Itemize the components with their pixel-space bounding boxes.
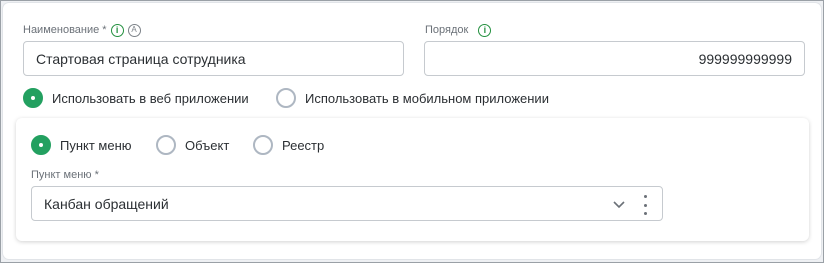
radio-registry[interactable]: Реестр: [253, 134, 324, 156]
menu-item-select-value: Канбан обращений: [44, 195, 169, 212]
info-icon[interactable]: i: [478, 23, 492, 37]
radio-object-button[interactable]: [156, 135, 176, 155]
name-label: Наименование *: [23, 24, 107, 36]
name-input[interactable]: Стартовая страница сотрудника: [23, 41, 404, 76]
radio-registry-button[interactable]: [253, 135, 273, 155]
radio-menu-item-label: Пункт меню: [60, 137, 132, 153]
order-label-row: Порядок i: [425, 22, 492, 38]
menu-item-select[interactable]: Канбан обращений: [31, 186, 663, 221]
radio-mobile-button[interactable]: [276, 88, 296, 108]
radio-mobile-label: Использовать в мобильном приложении: [305, 90, 549, 106]
radio-object-label: Объект: [185, 137, 230, 153]
radio-web-button[interactable]: [23, 88, 43, 108]
window-frame: Наименование * i A Стартовая страница со…: [0, 0, 824, 263]
chevron-down-icon[interactable]: [612, 197, 626, 211]
radio-menu-item[interactable]: Пункт меню: [31, 134, 132, 156]
menu-item-label-row: Пункт меню *: [31, 167, 99, 183]
name-label-row: Наименование * i A: [23, 22, 141, 38]
radio-object[interactable]: Объект: [156, 134, 229, 156]
order-input[interactable]: 999999999999: [424, 41, 805, 76]
info-icon[interactable]: i: [110, 23, 124, 37]
order-label: Порядок: [425, 24, 469, 36]
name-input-value: Стартовая страница сотрудника: [36, 50, 246, 67]
more-vertical-icon[interactable]: [642, 195, 648, 215]
target-card: Пункт меню Объект Реестр Пункт меню * Ка…: [16, 118, 809, 241]
radio-web-label: Использовать в веб приложении: [52, 90, 249, 106]
menu-item-label: Пункт меню *: [31, 169, 99, 181]
order-input-value: 999999999999: [698, 50, 792, 67]
form-panel: Наименование * i A Стартовая страница со…: [3, 3, 821, 259]
translate-icon[interactable]: A: [127, 23, 141, 37]
radio-mobile[interactable]: Использовать в мобильном приложении: [276, 87, 549, 109]
radio-web[interactable]: Использовать в веб приложении: [23, 87, 249, 109]
radio-menu-item-button[interactable]: [31, 135, 51, 155]
radio-registry-label: Реестр: [282, 137, 325, 153]
